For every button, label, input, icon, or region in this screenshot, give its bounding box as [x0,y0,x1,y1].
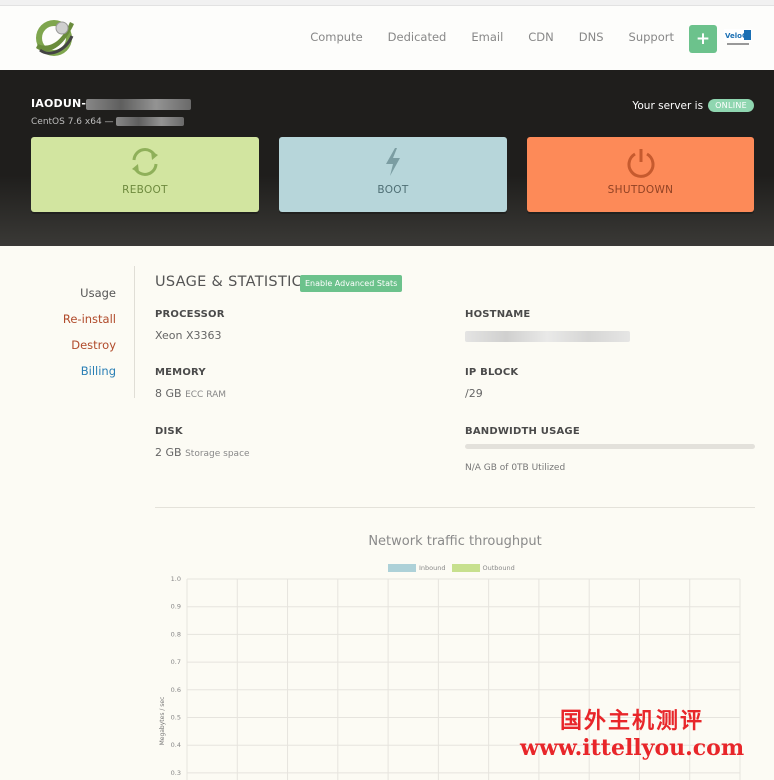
hostname-label: HOSTNAME [465,309,531,320]
shutdown-button[interactable]: SHUTDOWN [527,137,754,212]
ipblock-value: /29 [465,387,483,400]
watermark-url: www.ittellyou.com [520,735,745,761]
processor-label: PROCESSOR [155,309,225,320]
nav-cdn[interactable]: CDN [528,30,554,44]
memory-value-text: 8 GB [155,387,182,400]
disk-label: DISK [155,426,183,437]
logo-icon[interactable] [30,14,78,62]
nav-email[interactable]: Email [471,30,503,44]
disk-value: 2 GB Storage space [155,446,250,459]
chart-title: Network traffic throughput [368,534,542,549]
disk-value-text: 2 GB [155,446,182,459]
chart-ytick-label: 0.5 [171,714,181,722]
sidemenu-usage[interactable]: Usage [80,286,116,300]
chart-ytick-label: 1.0 [171,575,181,583]
sidemenu-destroy[interactable]: Destroy [71,338,116,352]
server-name-text: IAODUN- [31,97,87,110]
redacted-name [86,98,192,110]
server-status-text: Your server is [632,99,704,112]
memory-sub: ECC RAM [185,390,227,400]
chart-ytick-label: 0.7 [171,658,181,666]
server-hero: IAODUN- CentOS 7.6 x64 — Your server is … [0,70,774,246]
server-status: Your server is ONLINE [632,99,754,112]
power-icon [627,149,654,178]
nav-dedicated[interactable]: Dedicated [388,30,447,44]
chart-ytick-label: 0.6 [171,686,181,694]
site-header: Compute Dedicated Email CDN DNS Support … [0,6,774,70]
nav-compute[interactable]: Compute [310,30,362,44]
watermark-title: 国外主机测评 [560,708,705,734]
enable-advanced-stats-button[interactable]: Enable Advanced Stats [300,275,403,292]
bandwidth-text: N/A GB of 0TB Utilized [465,463,566,473]
lightning-icon [386,148,400,176]
redacted-ip [116,117,185,126]
bandwidth-label: BANDWIDTH USAGE [465,426,580,437]
server-os: CentOS 7.6 x64 — [31,117,185,127]
sidemenu-reinstall[interactable]: Re-install [63,312,116,326]
disk-sub: Storage space [185,449,250,459]
memory-label: MEMORY [155,367,206,378]
reboot-button[interactable]: REBOOT [31,137,259,212]
server-os-text: CentOS 7.6 x64 — [31,117,114,127]
side-menu: Usage Re-install Destroy Billing [0,266,135,398]
chart-ytick-label: 0.4 [171,741,181,749]
add-server-button[interactable]: + [689,25,717,53]
bandwidth-progress-bar [465,444,755,449]
ipblock-label: IP BLOCK [465,367,519,378]
nav-support[interactable]: Support [629,30,674,44]
redacted-hostname [465,330,630,342]
sidemenu-billing[interactable]: Billing [81,364,116,378]
section-title: USAGE & STATISTICS [155,274,312,290]
section-divider [155,507,755,508]
server-name: IAODUN- [31,97,192,110]
shutdown-label: SHUTDOWN [607,184,674,196]
main-nav: Compute Dedicated Email CDN DNS Support [310,30,674,44]
boot-label: BOOT [377,184,409,196]
nav-dns[interactable]: DNS [579,30,604,44]
boot-button[interactable]: BOOT [279,137,507,212]
reboot-icon [132,148,158,176]
partner-logo-text: VeloC [725,32,748,40]
partner-logo[interactable]: VeloC [724,27,752,49]
reboot-label: REBOOT [122,184,168,196]
processor-value: Xeon X3363 [155,329,222,342]
chart-ytick-label: 0.3 [171,769,181,777]
chart-ytick-label: 0.8 [171,630,181,638]
status-badge: ONLINE [708,99,754,112]
memory-value: 8 GB ECC RAM [155,387,226,400]
hostname-value [465,329,630,342]
chart-ylabel: Megabytes / sec [159,697,166,746]
chart-ytick-label: 0.9 [171,603,181,611]
